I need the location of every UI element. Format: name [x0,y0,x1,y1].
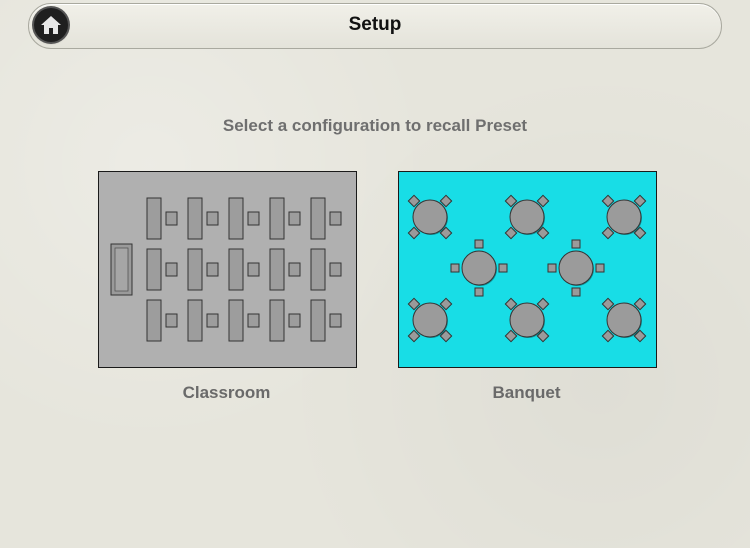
banquet-label: Banquet [492,383,561,402]
page-title: Setup [348,14,402,35]
desk [228,299,244,342]
banquet-table [407,297,453,343]
chair [206,211,219,226]
chair [571,287,581,297]
chair [329,211,342,226]
table-top [606,302,642,338]
table-top [461,250,497,286]
chair [206,313,219,328]
desk [228,197,244,240]
chair [498,263,508,273]
chair [247,211,260,226]
chair [547,263,557,273]
chair [329,313,342,328]
chair [247,313,260,328]
desk [228,248,244,291]
banquet-layout-diagram [407,194,647,343]
chair [206,262,219,277]
chair [288,313,301,328]
chair [165,262,178,277]
table-top [509,199,545,235]
chair [450,263,460,273]
desk [269,197,285,240]
chair [288,262,301,277]
chair [571,239,581,249]
chair [595,263,605,273]
desk [269,248,285,291]
lectern-top [114,247,129,292]
chair [474,287,484,297]
chair [288,211,301,226]
chair [165,313,178,328]
table-top [412,199,448,235]
banquet-table [504,297,550,343]
chair [165,211,178,226]
classroom-preset-button[interactable] [98,171,357,368]
desk [310,299,326,342]
desk [187,248,203,291]
classroom-label: Classroom [182,383,271,402]
banquet-table [601,194,647,240]
table-top [606,199,642,235]
banquet-table [601,297,647,343]
desk [146,299,162,342]
desk [146,197,162,240]
instruction-text: Select a configuration to recall Preset [222,116,528,135]
desk [310,248,326,291]
desk [187,299,203,342]
chair [474,239,484,249]
chair [247,262,260,277]
banquet-table [547,239,605,297]
banquet-preset-button[interactable] [398,171,657,368]
chair [329,262,342,277]
banquet-table [407,194,453,240]
banquet-table [504,194,550,240]
table-top [558,250,594,286]
desk [310,197,326,240]
desk [146,248,162,291]
table-top [509,302,545,338]
banquet-table [450,239,508,297]
table-top [412,302,448,338]
desk [269,299,285,342]
desk [187,197,203,240]
classroom-layout-diagram [110,197,342,342]
